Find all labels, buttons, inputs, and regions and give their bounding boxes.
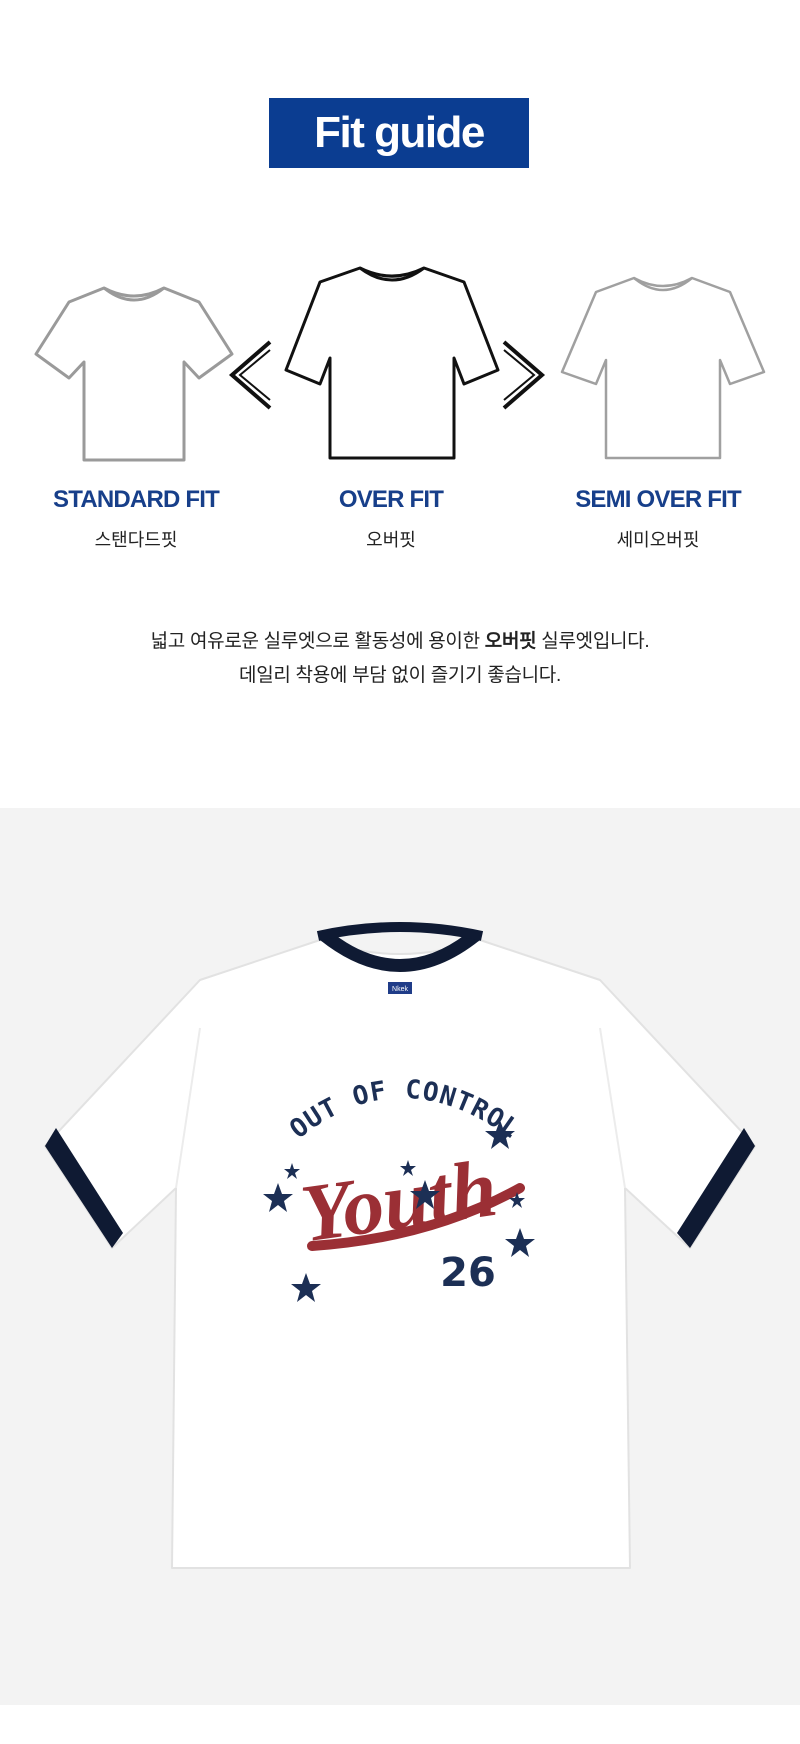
standard-fit-korean-label: 스탠다드핏 <box>94 530 178 550</box>
ringer-tshirt-image: Nkek OUT OF CONTROL Youth 26 <box>44 922 756 1569</box>
tshirt-body <box>44 939 756 1569</box>
fit-guide-title: Fit guide <box>269 98 529 168</box>
description-text-end: 실루엣입니다. <box>536 631 650 652</box>
semi-over-fit-korean-label: 세미오버핏 <box>616 530 700 550</box>
fit-description-line-1: 넓고 여유로운 실루엣으로 활동성에 용이한 오버핏 실루엣입니다. <box>0 626 800 653</box>
graphic-number: 26 <box>440 1250 496 1296</box>
over-fit-korean-label: 오버핏 <box>366 530 416 550</box>
fit-description-line-2: 데일리 착용에 부담 없이 즐기기 좋습니다. <box>239 665 561 686</box>
description-bold-text: 오버핏 <box>484 631 537 652</box>
product-photo: Nkek OUT OF CONTROL Youth 26 <box>0 808 800 1705</box>
description-text: 넓고 여유로운 실루엣으로 활동성에 용이한 <box>150 631 485 652</box>
fit-guide-section: Fit guide STANDARD FIT 스탠다드핏 OVER FIT 오버… <box>0 0 800 808</box>
standard-fit-shirt-illustration <box>34 286 234 462</box>
semi-over-fit-shirt-illustration <box>560 276 766 460</box>
over-fit-label: OVER FIT <box>338 486 444 513</box>
semi-over-fit-label: SEMI OVER FIT <box>575 486 741 513</box>
right-chevron-icon <box>502 340 546 410</box>
standard-fit-label: STANDARD FIT <box>53 486 220 513</box>
neck-tag: Nkek <box>392 986 408 993</box>
left-chevron-icon <box>228 340 272 410</box>
over-fit-shirt-illustration <box>284 266 500 460</box>
